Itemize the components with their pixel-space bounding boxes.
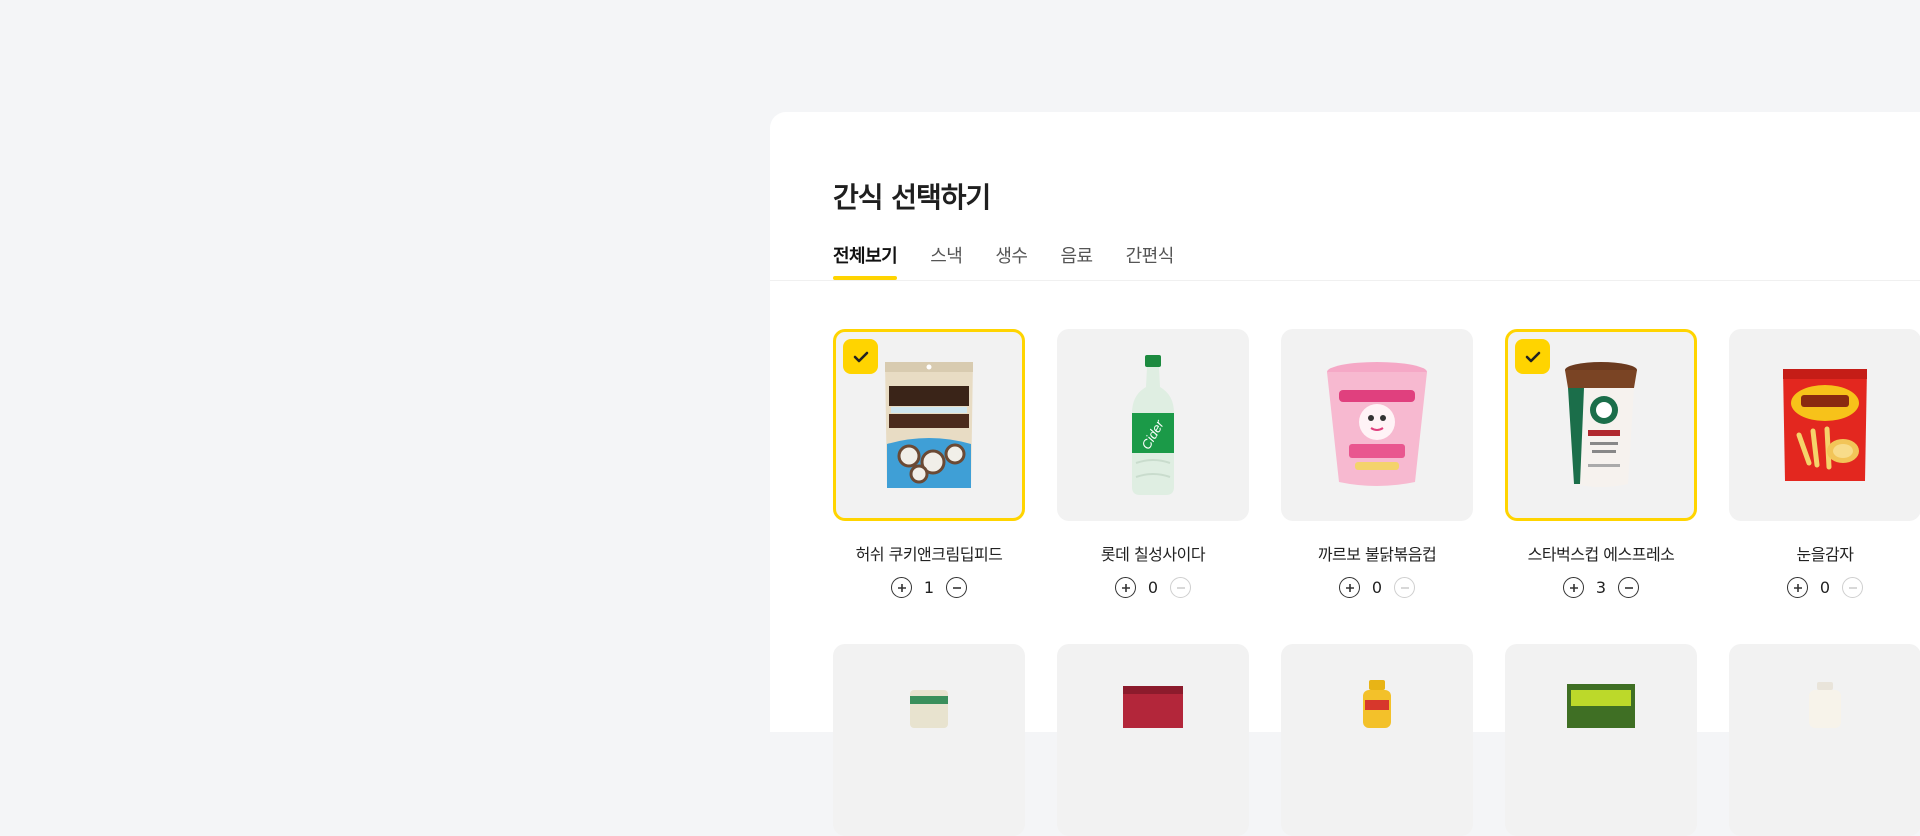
quantity-stepper: 0	[1057, 577, 1249, 598]
product-card: 허쉬 쿠키앤크림딥피드 1	[833, 329, 1025, 598]
soda-bottle-icon: Cider	[1132, 355, 1174, 495]
product-card	[833, 644, 1025, 836]
potato-snack-icon	[1783, 369, 1867, 481]
quantity-stepper: 1	[833, 577, 1025, 598]
quantity-value: 0	[1147, 578, 1159, 597]
product-card	[1729, 644, 1920, 836]
tab-all[interactable]: 전체보기	[833, 242, 898, 280]
tab-drink[interactable]: 음료	[1061, 242, 1094, 280]
minus-icon	[1848, 586, 1857, 589]
product-thumb[interactable]	[1281, 644, 1473, 836]
decrease-button[interactable]	[1170, 577, 1191, 598]
increase-button[interactable]	[1787, 577, 1808, 598]
decrease-button[interactable]	[1394, 577, 1415, 598]
product-name: 허쉬 쿠키앤크림딥피드	[855, 545, 1003, 564]
product-thumb[interactable]	[1057, 644, 1249, 836]
increase-button[interactable]	[1339, 577, 1360, 598]
product-name: 스타벅스컵 에스프레소	[1527, 545, 1675, 564]
quantity-stepper: 3	[1505, 577, 1697, 598]
milk-bottle-icon	[1809, 682, 1841, 728]
minus-icon	[1400, 586, 1409, 589]
product-card: 스타벅스컵 에스프레소 3	[1505, 329, 1697, 598]
page-title: 간식 선택하기	[833, 181, 991, 214]
increase-button[interactable]	[1115, 577, 1136, 598]
plus-icon	[1793, 583, 1802, 592]
category-tabs: 전체보기 스낵 생수 음료 간편식	[833, 242, 1174, 280]
product-name: 까르보 불닭볶음컵	[1317, 545, 1437, 564]
decrease-button[interactable]	[1842, 577, 1863, 598]
product-card	[1505, 644, 1697, 836]
tab-snack[interactable]: 스낵	[930, 242, 963, 280]
increase-button[interactable]	[891, 577, 912, 598]
tabs-divider	[770, 280, 1920, 281]
product-card	[1281, 644, 1473, 836]
product-thumb[interactable]	[1729, 329, 1920, 521]
product-card: 까르보 불닭볶음컵 0	[1281, 329, 1473, 598]
can-icon	[910, 690, 948, 728]
quantity-value: 1	[923, 578, 935, 597]
minus-icon	[1624, 586, 1633, 589]
small-bottle-icon	[1363, 680, 1391, 728]
snack-selection-panel: 간식 선택하기 전체보기 스낵 생수 음료 간편식 허쉬 쿠키앤크림딥피드 1 …	[770, 112, 1920, 836]
product-thumb[interactable]	[833, 329, 1025, 521]
minus-icon	[952, 586, 961, 589]
plus-icon	[1345, 583, 1354, 592]
product-thumb[interactable]: Cider	[1057, 329, 1249, 521]
quantity-stepper: 0	[1729, 577, 1920, 598]
quantity-value: 0	[1371, 578, 1383, 597]
product-card: Cider 롯데 칠성사이다 0	[1057, 329, 1249, 598]
product-card: 눈을감자 0	[1729, 329, 1920, 598]
product-grid: 허쉬 쿠키앤크림딥피드 1 Cider 롯데 칠성사이다 0 까르보 불닭볶음컵…	[833, 329, 1920, 836]
plus-icon	[897, 583, 906, 592]
product-thumb[interactable]	[833, 644, 1025, 836]
product-name: 롯데 칠성사이다	[1100, 545, 1206, 564]
tab-convenience-food[interactable]: 간편식	[1126, 242, 1175, 280]
tab-water[interactable]: 생수	[995, 242, 1028, 280]
snack-box-icon	[1567, 684, 1635, 728]
decrease-button[interactable]	[946, 577, 967, 598]
product-thumb[interactable]	[1505, 329, 1697, 521]
product-thumb[interactable]	[1505, 644, 1697, 836]
product-name: 눈을감자	[1796, 545, 1854, 564]
plus-icon	[1121, 583, 1130, 592]
decrease-button[interactable]	[1618, 577, 1639, 598]
quantity-value: 3	[1595, 578, 1607, 597]
increase-button[interactable]	[1563, 577, 1584, 598]
minus-icon	[1176, 586, 1185, 589]
check-icon[interactable]	[843, 339, 878, 374]
product-thumb[interactable]	[1729, 644, 1920, 836]
coffee-cup-icon	[1565, 362, 1637, 487]
product-thumb[interactable]	[1281, 329, 1473, 521]
box-icon	[1123, 686, 1183, 728]
pretzel-bag-icon	[885, 362, 973, 488]
check-icon[interactable]	[1515, 339, 1550, 374]
plus-icon	[1569, 583, 1578, 592]
product-card	[1057, 644, 1249, 836]
noodle-cup-icon	[1327, 362, 1427, 486]
quantity-stepper: 0	[1281, 577, 1473, 598]
quantity-value: 0	[1819, 578, 1831, 597]
